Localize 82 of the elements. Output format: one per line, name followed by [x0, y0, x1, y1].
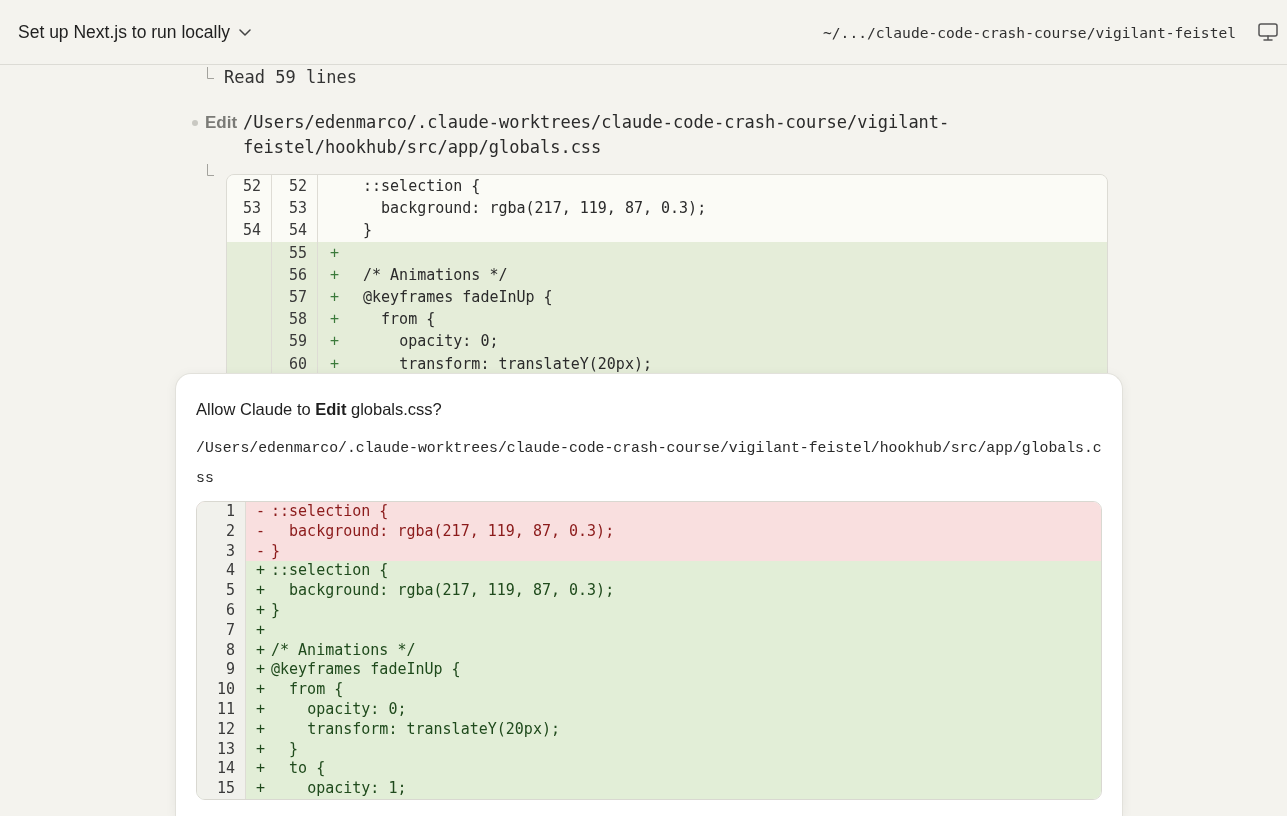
code-line: ::selection { — [271, 502, 389, 520]
diff-sign: + — [330, 265, 340, 284]
line-number: 10 — [216, 680, 235, 699]
diff-sign: + — [256, 561, 266, 580]
code-line: opacity: 0; — [307, 699, 407, 718]
diff-sign: + — [256, 719, 266, 738]
dialog-title: Allow Claude to Edit globals.css? — [196, 399, 443, 420]
line-number: 53 — [242, 199, 261, 218]
status-dot-icon — [192, 119, 198, 126]
line-number: 52 — [242, 177, 261, 195]
tree-corner-icon — [207, 67, 214, 79]
line-number: 13 — [216, 739, 235, 758]
code-line: @keyframes fadeInUp { — [363, 287, 553, 306]
code-line: } — [363, 221, 373, 240]
line-number: 59 — [288, 332, 307, 351]
diff-sign: + — [256, 601, 266, 619]
line-number: 6 — [225, 601, 235, 619]
code-line: } — [289, 739, 299, 758]
line-number: 3 — [225, 541, 235, 560]
code-line: } — [271, 541, 281, 560]
code-line: } — [271, 601, 281, 619]
diff-sign: + — [256, 739, 266, 758]
line-number: 2 — [225, 521, 235, 540]
line-number: 57 — [288, 287, 307, 306]
diff-sign: + — [330, 287, 340, 306]
code-line: ::selection { — [271, 561, 389, 580]
line-number: 1 — [225, 502, 235, 520]
diff-sign: + — [330, 354, 340, 373]
line-number: 53 — [288, 199, 307, 218]
diff-sign: + — [330, 332, 340, 351]
diff-sign: - — [256, 502, 266, 520]
diff-sign: + — [256, 699, 266, 718]
line-number: 12 — [216, 719, 235, 738]
line-number: 4 — [225, 561, 235, 580]
line-number: 54 — [242, 221, 261, 240]
monitor-icon[interactable] — [1258, 23, 1278, 41]
code-line: opacity: 1; — [307, 779, 407, 798]
code-line: background: rgba(217, 119, 87, 0.3); — [289, 521, 615, 540]
diff-sign: + — [256, 640, 266, 659]
line-number: 56 — [288, 265, 307, 284]
line-number: 58 — [288, 310, 307, 329]
line-number: 5 — [225, 581, 235, 600]
code-line: transform: translateY(20px); — [399, 354, 652, 373]
file-path: /Users/edenmarco/.claude-worktrees/claude-code-crash-course/vigilant-feistel/hookhub/src/app/globals.css — [243, 111, 951, 159]
diff-sign: + — [256, 581, 266, 600]
line-number: 15 — [216, 779, 235, 798]
code-line: background: rgba(217, 119, 87, 0.3); — [381, 199, 707, 218]
code-line: background: rgba(217, 119, 87, 0.3); — [289, 581, 615, 600]
line-number: 8 — [225, 640, 235, 659]
line-number: 9 — [225, 660, 235, 679]
tool-result-text: Read 59 lines — [224, 66, 358, 89]
diff-sign: + — [256, 779, 266, 798]
diff-sign: - — [256, 541, 266, 560]
tree-corner-icon — [207, 164, 214, 176]
code-line: ::selection { — [363, 177, 481, 195]
diff-sign: - — [256, 521, 266, 540]
chevron-down-icon — [239, 28, 252, 36]
line-number: 55 — [288, 243, 307, 262]
code-line: from { — [289, 680, 344, 699]
line-number: 7 — [225, 620, 235, 639]
code-line: to { — [289, 759, 326, 778]
diff-sign: + — [256, 660, 266, 679]
code-line: /* Animations */ — [271, 640, 416, 659]
workspace-path: ~/.../claude-code-crash-course/vigilant-feistel — [823, 23, 1236, 41]
code-line: /* Animations */ — [363, 265, 508, 284]
code-line: from { — [381, 310, 436, 329]
diff-sign: + — [256, 620, 266, 639]
diff-sign: + — [256, 759, 266, 778]
diff-sign: + — [330, 310, 340, 329]
diff-sign: + — [330, 243, 340, 262]
code-line: opacity: 0; — [399, 332, 499, 351]
session-title-button[interactable]: Set up Next.js to run locally — [18, 21, 252, 43]
file-path: /Users/edenmarco/.claude-worktrees/claude-code-crash-course/vigilant-feistel/hookhub/src/app/globals.css — [196, 439, 1102, 488]
line-number: 60 — [288, 354, 307, 373]
line-number: 14 — [216, 759, 235, 778]
line-number: 54 — [288, 221, 307, 240]
code-line: transform: translateY(20px); — [307, 719, 560, 738]
code-line: @keyframes fadeInUp { — [271, 660, 461, 679]
line-number: 11 — [216, 699, 235, 718]
tool-name: Edit — [205, 112, 238, 134]
diff-sign: + — [256, 680, 266, 699]
line-number: 52 — [288, 177, 307, 195]
